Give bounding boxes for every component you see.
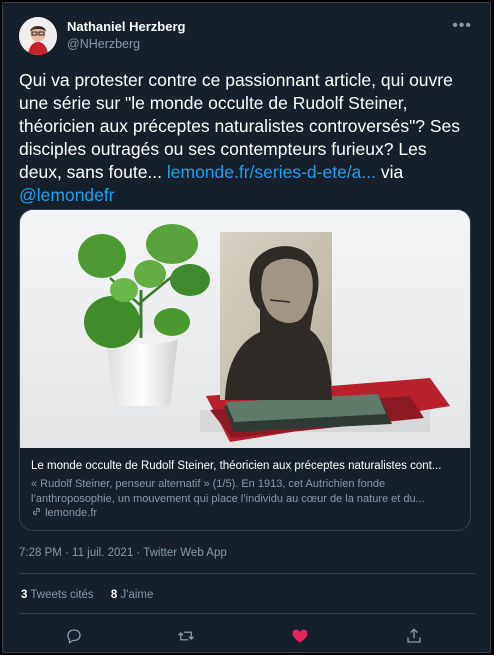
preview-title[interactable]: Le monde occulte de Rudolf Steiner, théo… [31,460,461,472]
action-bar [3,627,492,647]
likes-label: J'aime [117,589,154,601]
quote-tweets-stat[interactable]: 3 Tweets cités [21,589,94,601]
tweet-card: Nathaniel Herzberg @NHerzberg ••• Qui va… [2,2,491,653]
heart-icon[interactable] [291,627,309,645]
tweet-metadata[interactable]: 7:28 PM · 11 juil. 2021 · Twitter Web Ap… [19,547,227,559]
avatar[interactable] [19,17,57,55]
tweet-via: via [376,162,404,182]
link-icon [32,507,41,516]
share-icon[interactable] [405,627,423,645]
more-icon[interactable]: ••• [452,17,472,35]
retweet-icon[interactable] [177,627,195,645]
preview-domain-text: lemonde.fr [45,507,98,519]
quote-tweets-label: Tweets cités [27,589,94,601]
divider [19,573,475,574]
reply-icon[interactable] [65,627,83,645]
likes-stat[interactable]: 8 J'aime [111,589,153,601]
preview-photo [20,210,470,448]
preview-description: « Rudolf Steiner, penseur alternatif » (… [31,478,425,505]
mention-link[interactable]: @lemondefr [19,185,115,205]
divider [19,613,475,614]
avatar-image [19,17,57,55]
tweet-link[interactable]: lemonde.fr/series-d-ete/a... [167,162,376,182]
link-preview-card[interactable]: Le monde occulte de Rudolf Steiner, théo… [19,209,471,531]
tweet-text: Qui va protester contre ce passionnant a… [19,69,471,207]
author-name[interactable]: Nathaniel Herzberg [67,19,185,34]
author-handle[interactable]: @NHerzberg [67,37,140,51]
preview-image[interactable] [20,210,470,448]
tweet-stats: 3 Tweets cités 8 J'aime [21,589,167,601]
preview-domain: lemonde.fr [31,506,97,519]
